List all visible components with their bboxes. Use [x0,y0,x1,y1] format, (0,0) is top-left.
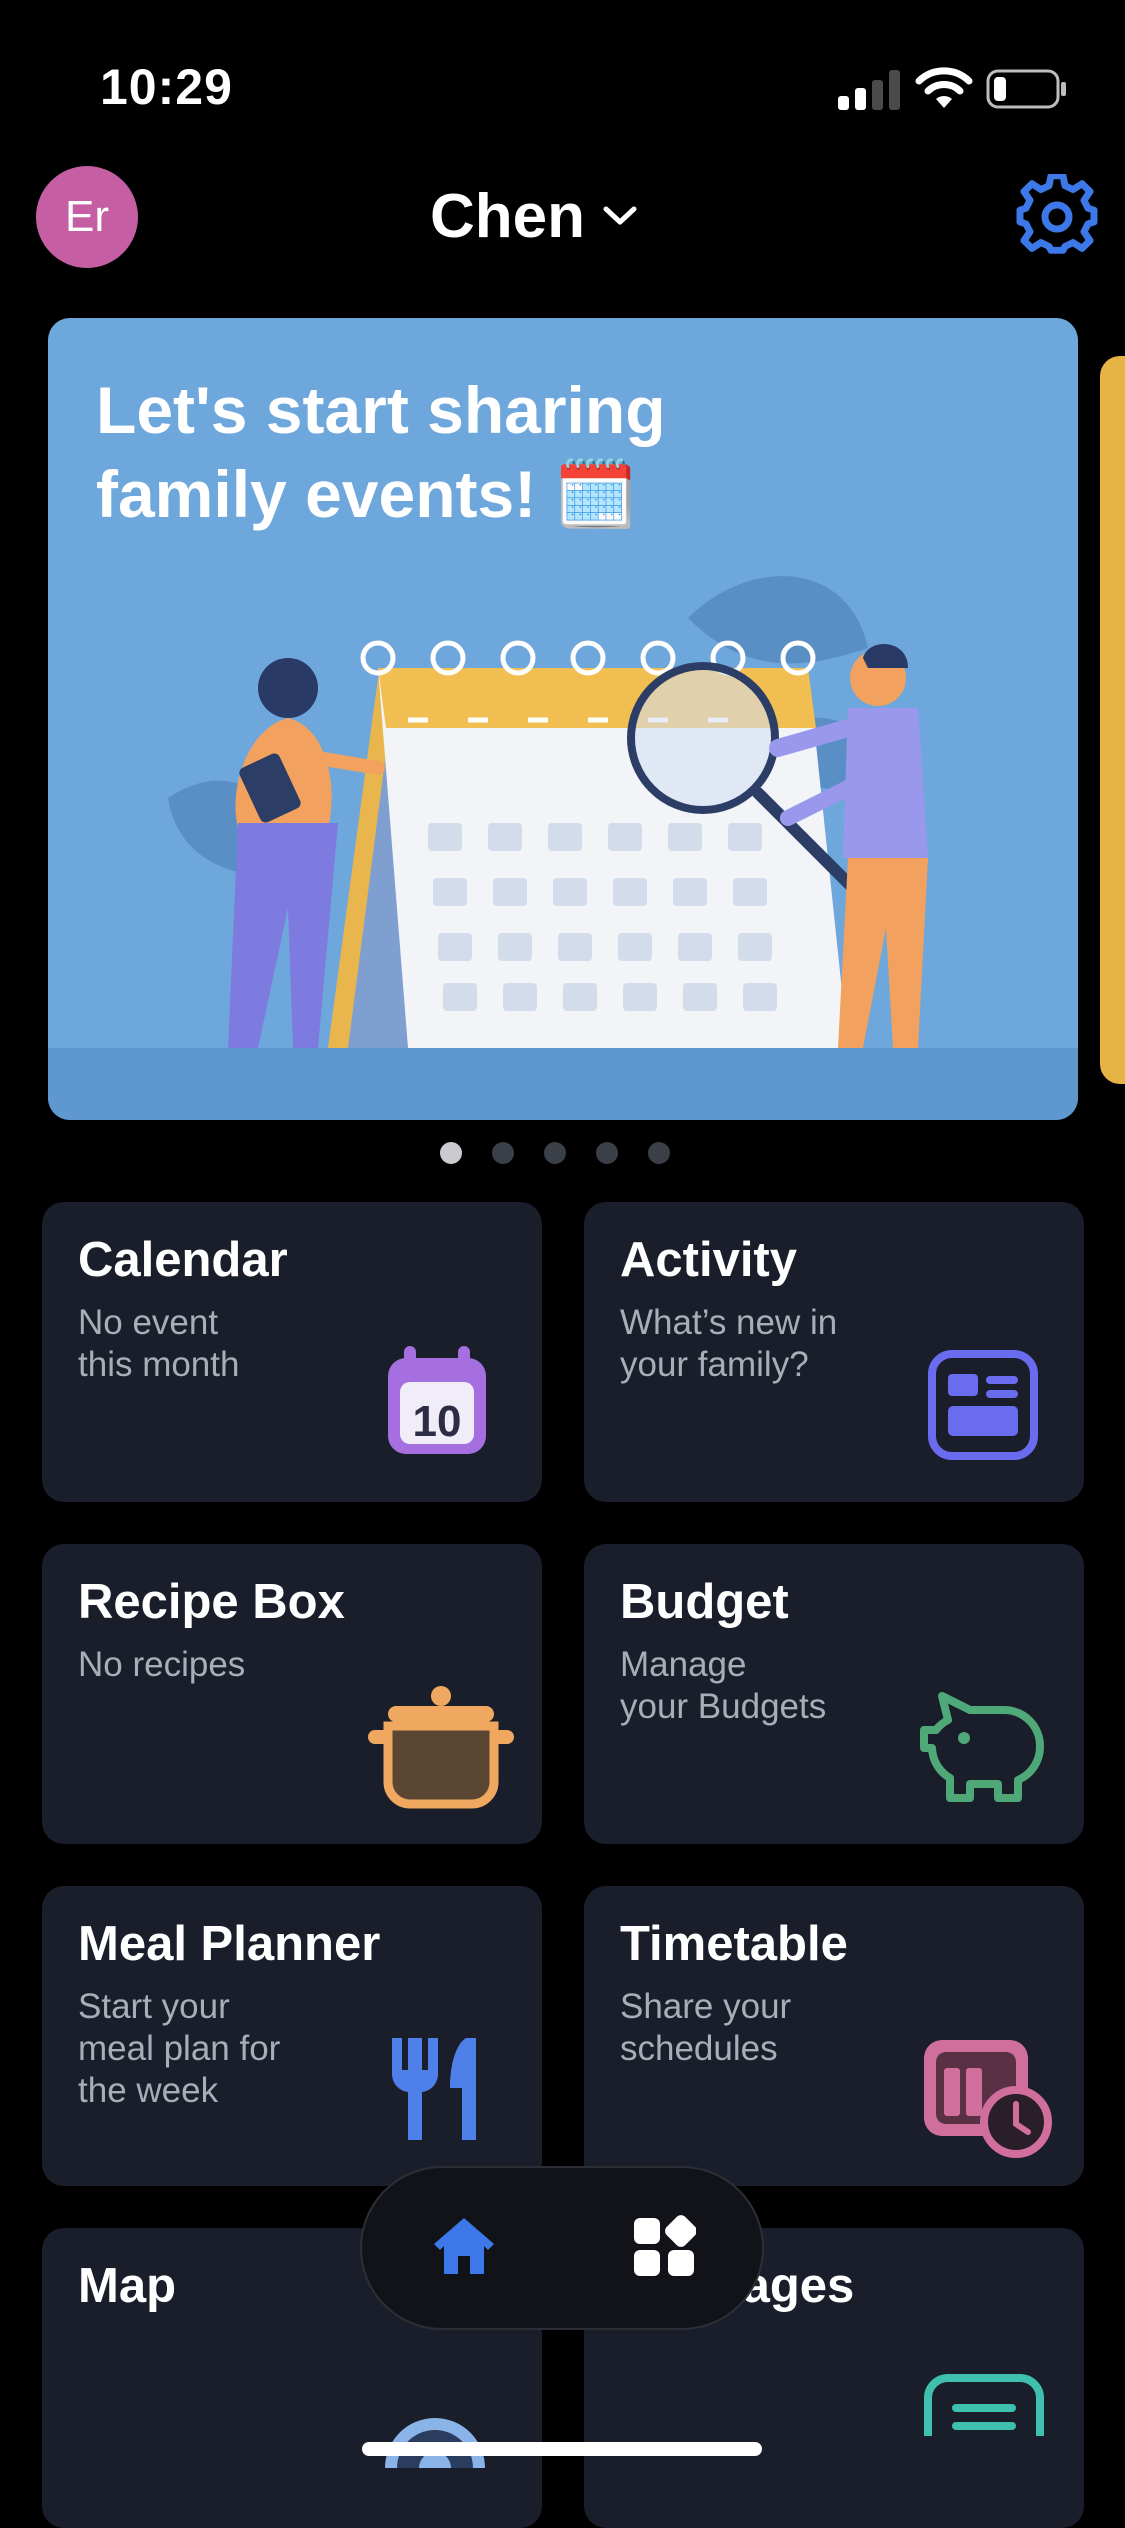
calendar-icon: 10 [388,1346,486,1454]
card-subtitle: Manage your Budgets [620,1645,827,1726]
card-title: Budget [620,1575,789,1629]
calendar-icon-date: 10 [413,1397,462,1446]
calendar-illustration [48,576,1078,1120]
card-title: Meal Planner [78,1917,381,1971]
onboarding-banner[interactable]: Let's start sharing family events! 🗓️ [48,318,1078,1120]
fork-knife-icon [391,2038,476,2140]
card-subtitle: No event this month [78,1303,240,1384]
card-title: Calendar [78,1233,288,1287]
page-dot[interactable] [596,1142,618,1164]
banner-pagination [440,1142,670,1164]
newsfeed-icon [928,1350,1038,1460]
cellular-signal-icon [838,66,900,110]
family-name: Chen [430,181,585,251]
apps-grid-icon[interactable] [632,2214,696,2278]
budget-card[interactable]: Budget Manage your Budgets [584,1544,1084,1844]
status-time: 10:29 [100,59,233,115]
timetable-card[interactable]: Timetable Share your schedules [584,1886,1084,2186]
chevron-down-icon [603,206,637,225]
piggy-bank-icon [920,1692,1044,1802]
family-switcher[interactable]: Chen [430,180,639,252]
page-dot[interactable] [492,1142,514,1164]
calendar-card[interactable]: Calendar No event this month 10 [42,1202,542,1502]
page-dot[interactable] [440,1142,462,1164]
timetable-clock-icon [924,2040,1052,2158]
next-banner-peek[interactable] [1100,356,1125,1084]
map-pin-icon [385,2418,485,2468]
cooking-pot-icon [368,1686,514,1809]
message-icon [924,2374,1044,2436]
card-subtitle: Share your schedules [620,1987,792,2068]
home-indicator [362,2442,762,2456]
activity-card[interactable]: Activity What’s new in your family? [584,1202,1084,1502]
card-title: Activity [620,1233,798,1287]
page-dot[interactable] [648,1142,670,1164]
battery-icon [986,69,1066,109]
card-subtitle: What’s new in your family? [620,1303,838,1384]
card-title: Timetable [620,1917,848,1971]
home-icon[interactable] [430,2212,498,2280]
meal-planner-card[interactable]: Meal Planner Start your meal plan for th… [42,1886,542,2186]
page-dot[interactable] [544,1142,566,1164]
avatar[interactable]: Er [36,166,138,268]
recipe-box-card[interactable]: Recipe Box No recipes [42,1544,542,1844]
bottom-nav [360,2166,764,2330]
wifi-icon [915,67,973,108]
card-title: Recipe Box [78,1575,345,1629]
card-title: Map [78,2259,176,2313]
settings-gear-icon[interactable] [1016,174,1098,256]
card-subtitle: Start your meal plan for the week [78,1987,281,2110]
card-subtitle: No recipes [78,1645,246,1684]
